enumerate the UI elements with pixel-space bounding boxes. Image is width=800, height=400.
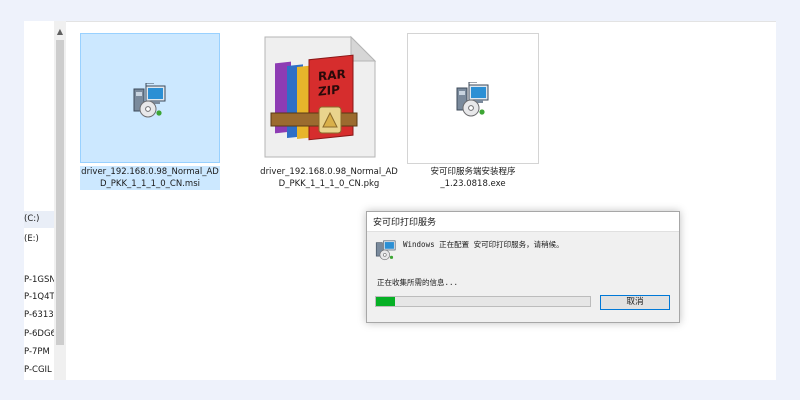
divider	[66, 21, 776, 22]
dialog-message: Windows 正在配置 安可印打印服务，请稍候。	[403, 240, 564, 249]
installer-icon	[456, 82, 489, 117]
installer-icon	[375, 240, 396, 261]
file-thumbnail[interactable]	[80, 33, 220, 163]
file-explorer-window: (C:) (E:) P-1GSN P-1Q4T P-6313 P-6DG6 P-…	[24, 21, 776, 380]
installer-dialog: 安可印打印服务 Windows 正在配置 安可印打印服务，请稍候。 正在收集所需…	[366, 211, 680, 323]
nav-item-network-pc[interactable]: P-1Q4T	[24, 289, 54, 306]
rar-zip-archive-icon: RAR ZIP	[264, 35, 377, 158]
nav-item-drive-c[interactable]: (C:)	[24, 211, 54, 228]
nav-scrollbar[interactable]: ▲	[54, 21, 66, 380]
nav-item-network-pc[interactable]: P-CGIL	[24, 362, 54, 379]
nav-item-network-pc[interactable]: P-7PM	[24, 344, 54, 361]
file-thumbnail[interactable]: RAR ZIP	[259, 33, 399, 163]
dialog-status: 正在收集所需的信息...	[377, 278, 459, 287]
installer-icon	[133, 83, 166, 118]
dialog-title: 安可印打印服务	[373, 218, 437, 228]
scroll-thumb[interactable]	[56, 40, 64, 345]
nav-item-network-pc[interactable]: P-6DG6	[24, 326, 54, 343]
svg-text:ZIP: ZIP	[318, 83, 340, 99]
nav-item-network-pc[interactable]: P-6313	[24, 307, 54, 324]
progress-bar	[375, 296, 591, 307]
dialog-titlebar[interactable]: 安可印打印服务	[367, 212, 679, 232]
file-name: driver_192.168.0.98_Normal_ADD_PKK_1_1_1…	[260, 167, 398, 189]
file-name: driver_192.168.0.98_Normal_ADD_PKK_1_1_1…	[80, 166, 220, 190]
navigation-pane: (C:) (E:) P-1GSN P-1Q4T P-6313 P-6DG6 P-…	[24, 21, 54, 380]
nav-item-network-pc[interactable]: P-1GSN	[24, 272, 54, 289]
nav-item-drive-e[interactable]: (E:)	[24, 231, 54, 248]
svg-text:RAR: RAR	[318, 67, 346, 84]
cancel-button[interactable]: 取消	[600, 295, 670, 310]
scroll-up-arrow-icon[interactable]: ▲	[54, 27, 66, 37]
file-name: 安可印服务端安装程序_1.23.0818.exe	[430, 167, 516, 189]
progress-fill	[376, 297, 396, 306]
file-thumbnail[interactable]	[407, 33, 547, 164]
